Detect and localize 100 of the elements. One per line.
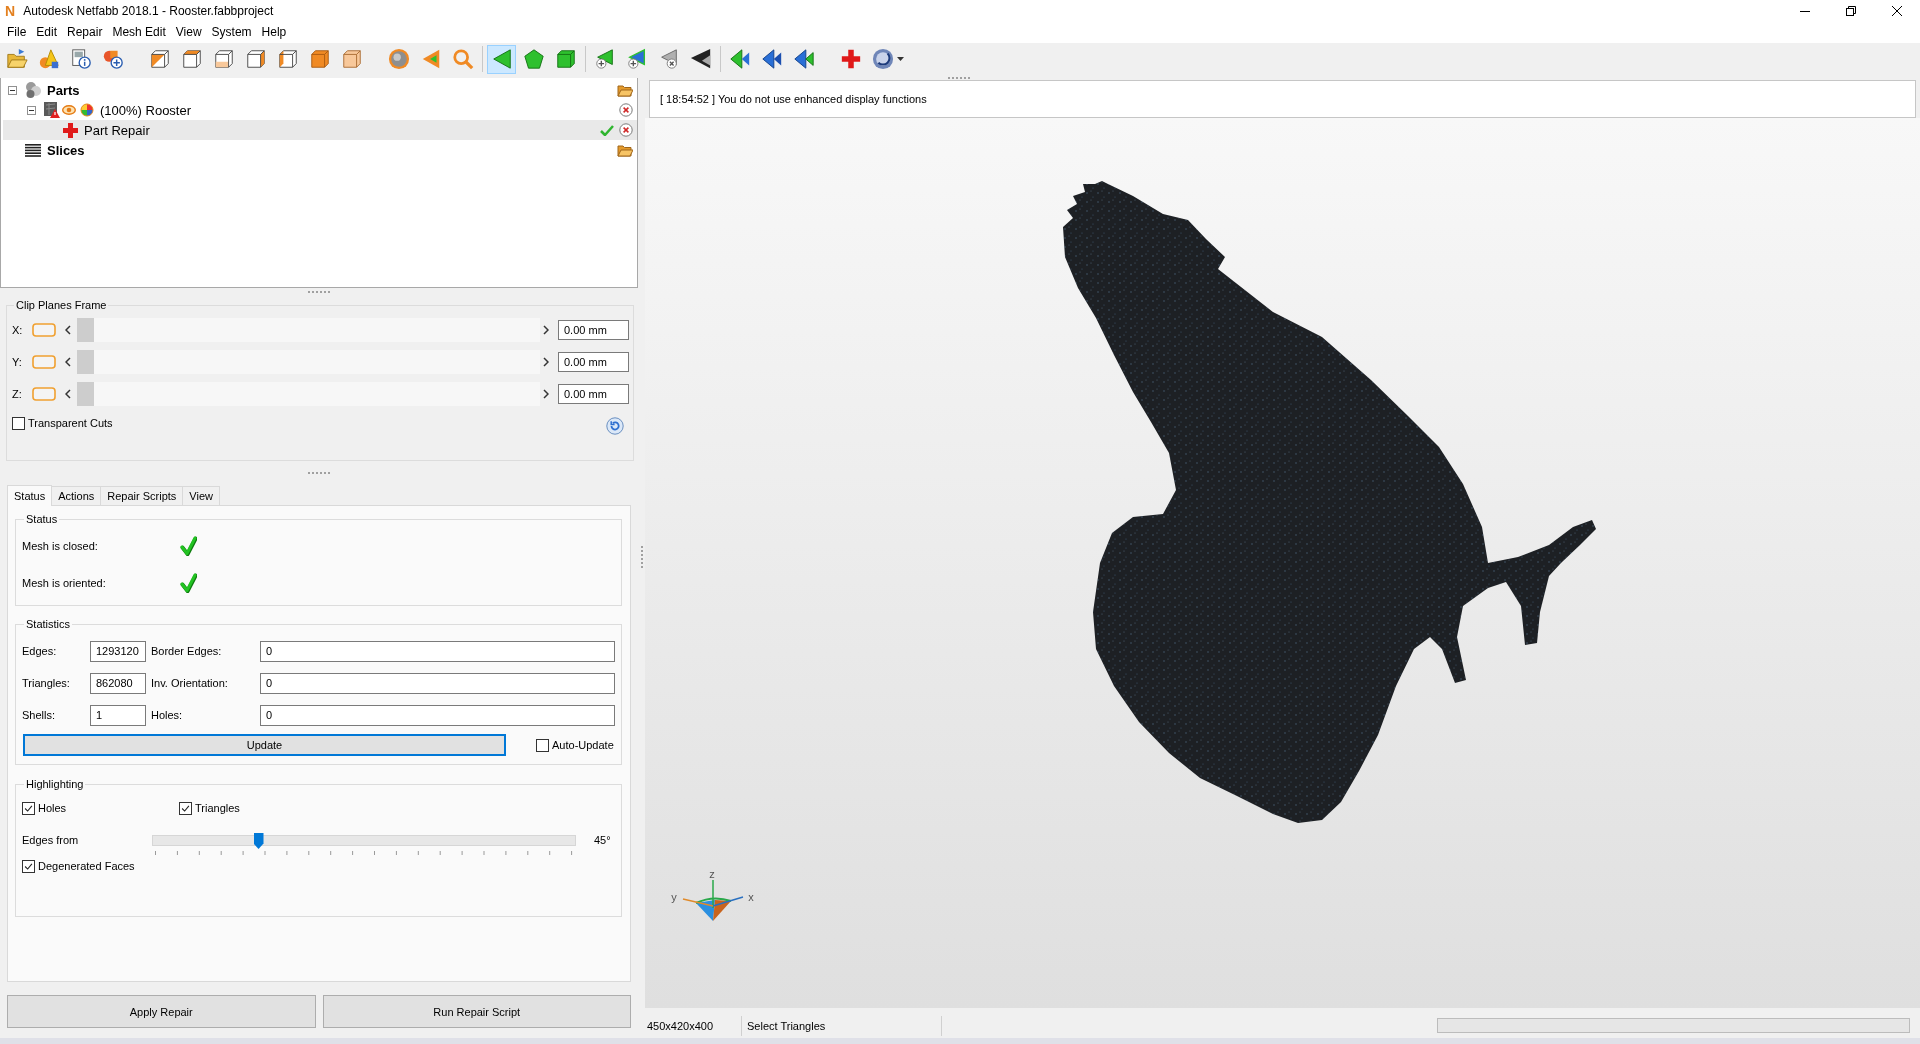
group-title: Statistics — [25, 618, 71, 630]
input-field[interactable]: 0.00 mm — [558, 320, 629, 340]
checkbox-label: Degenerated Faces — [38, 860, 135, 872]
input-field[interactable]: 0.00 mm — [558, 384, 629, 404]
splitter-handle[interactable] — [948, 76, 970, 79]
chevron-left-icon[interactable] — [65, 357, 71, 367]
menu-item[interactable]: Help — [256, 22, 292, 43]
checkbox[interactable] — [179, 801, 192, 815]
slider-thumb[interactable] — [253, 833, 264, 849]
cube-icon — [276, 48, 299, 70]
triangle-icon — [490, 48, 513, 70]
input-field[interactable]: 862080 — [90, 672, 146, 694]
checkbox[interactable] — [22, 801, 35, 815]
checkbox[interactable] — [12, 416, 25, 430]
folder-open-icon[interactable] — [617, 83, 633, 97]
cube-icon — [554, 48, 577, 70]
search-icon — [451, 48, 474, 70]
chevron-left-icon[interactable] — [65, 389, 71, 399]
collapse-icon[interactable] — [8, 85, 17, 95]
chevron-right-icon[interactable] — [543, 389, 549, 399]
slider-track[interactable] — [77, 350, 540, 374]
input-field[interactable]: 0 — [260, 672, 615, 694]
field-label: Mesh is closed: — [22, 540, 98, 552]
status-text: Select Triangles — [747, 1019, 826, 1032]
menu-item[interactable]: Repair — [62, 22, 108, 43]
minimize-icon[interactable] — [1800, 10, 1810, 12]
check-icon[interactable] — [600, 124, 614, 136]
info-document-icon — [69, 48, 92, 70]
slider-track[interactable] — [77, 318, 540, 342]
menu-item[interactable]: File — [2, 22, 32, 43]
tab[interactable]: Status — [7, 485, 53, 506]
collapse-icon[interactable] — [27, 105, 36, 115]
shapes-icon — [37, 48, 60, 70]
color-wheel-icon[interactable] — [80, 103, 94, 117]
restore-icon[interactable] — [1846, 6, 1856, 16]
triangle-icon — [689, 48, 712, 70]
splitter-handle[interactable] — [640, 545, 643, 568]
cube-icon — [308, 48, 331, 70]
close-circle-icon[interactable] — [619, 103, 633, 117]
slider-track[interactable] — [152, 835, 576, 846]
axis-label: Z: — [12, 388, 22, 400]
splitter-handle[interactable] — [308, 472, 330, 474]
chevron-right-icon[interactable] — [543, 357, 549, 367]
menu-item[interactable]: Edit — [31, 22, 63, 43]
triangles-icon — [792, 48, 815, 70]
input-field[interactable]: 0 — [260, 704, 615, 726]
tree-item[interactable]: Slices — [3, 140, 637, 160]
triangle-plus-icon — [625, 48, 648, 70]
caret-icon — [897, 57, 904, 61]
update-button[interactable]: Update — [23, 734, 506, 756]
splitter-handle[interactable] — [308, 291, 330, 293]
action-button[interactable]: Run Repair Script — [322, 995, 631, 1028]
cube-icon — [340, 48, 363, 70]
tree-item[interactable]: (100%) Rooster — [3, 100, 637, 120]
tab[interactable]: Repair Scripts — [100, 486, 184, 505]
log-message: [ 18:54:52 ] You do not use enhanced display functions — [660, 93, 927, 105]
axis-label: X: — [12, 324, 23, 336]
menu-item[interactable]: Mesh Edit — [107, 22, 171, 43]
field-label: Shells: — [22, 709, 56, 721]
checkbox-label: Holes — [38, 802, 67, 814]
cube-icon — [148, 48, 171, 70]
checkbox[interactable] — [536, 738, 549, 752]
slider-thumb[interactable] — [77, 382, 94, 406]
slider-thumb[interactable] — [77, 350, 94, 374]
close-icon[interactable] — [1892, 6, 1902, 16]
close-circle-icon[interactable] — [619, 123, 633, 137]
field-label: Border Edges: — [151, 645, 222, 657]
tree-item[interactable]: Parts — [3, 80, 637, 100]
axis-gizmo-icon — [682, 879, 744, 921]
slider-track[interactable] — [77, 382, 540, 406]
menu-item[interactable]: View — [170, 22, 207, 43]
triangles-icon — [728, 48, 751, 70]
plus-icon — [63, 122, 78, 138]
eye-icon[interactable] — [62, 105, 76, 115]
input-field[interactable]: 1 — [90, 704, 146, 726]
input-field[interactable]: 0 — [260, 640, 615, 662]
axis-label: x — [748, 891, 754, 903]
group-title: Highlighting — [25, 778, 85, 790]
viewport[interactable]: z y x — [645, 118, 1920, 1008]
field-label: Triangles: — [22, 677, 70, 689]
checkbox[interactable] — [22, 859, 35, 873]
field-label: Mesh is oriented: — [22, 577, 106, 589]
input-field[interactable]: 1293120 — [90, 640, 146, 662]
axis-label: Y: — [12, 356, 22, 368]
tab[interactable]: View — [182, 486, 220, 505]
cube-icon — [244, 48, 267, 70]
sphere-icon — [387, 48, 410, 70]
axis-label: y — [671, 891, 677, 903]
menu-item[interactable]: System — [206, 22, 257, 43]
action-button[interactable]: Apply Repair — [7, 995, 316, 1028]
group-title: Status — [25, 513, 59, 525]
mesh-warning-icon — [44, 102, 60, 118]
slider-thumb[interactable] — [77, 318, 94, 342]
tree-item[interactable]: Part Repair — [3, 120, 637, 140]
slider-value: 45° — [594, 834, 611, 846]
input-field[interactable]: 0.00 mm — [558, 352, 629, 372]
folder-open-icon[interactable] — [617, 143, 633, 157]
window-title: Autodesk Netfabb 2018.1 - Rooster.fabbproject — [23, 4, 274, 18]
chevron-left-icon[interactable] — [65, 325, 71, 335]
chevron-right-icon[interactable] — [543, 325, 549, 335]
